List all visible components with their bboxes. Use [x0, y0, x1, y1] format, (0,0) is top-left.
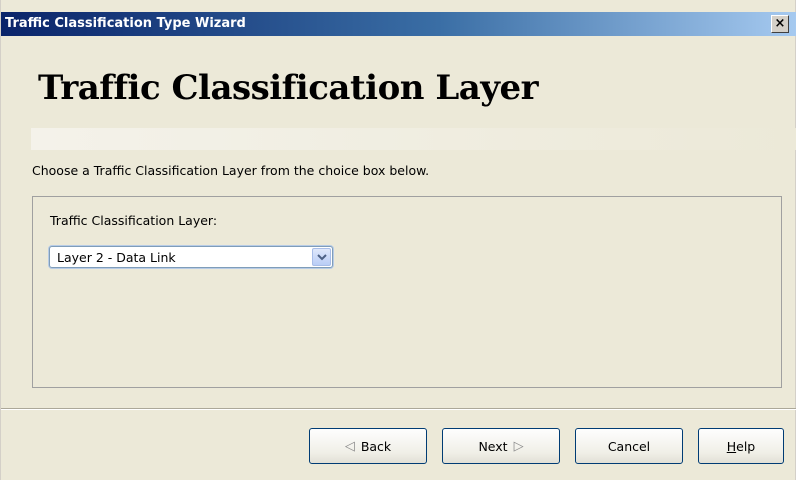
help-button-label: Help	[727, 439, 756, 454]
help-mnemonic: H	[726, 438, 737, 454]
chevron-down-icon[interactable]	[312, 248, 331, 266]
next-button[interactable]: Next ▷	[442, 428, 560, 464]
help-label-rest: elp	[736, 438, 756, 454]
cancel-button-label: Cancel	[607, 438, 651, 454]
back-arrow-icon: ◁	[344, 438, 355, 454]
help-button[interactable]: Help	[698, 428, 784, 464]
next-arrow-icon: ▷	[513, 438, 524, 454]
instruction-text: Choose a Traffic Classification Layer fr…	[32, 163, 430, 178]
cancel-button[interactable]: Cancel	[575, 428, 683, 464]
wizard-window: Traffic Classification Type Wizard × Tra…	[0, 0, 796, 480]
title-bar: Traffic Classification Type Wizard	[1, 12, 796, 36]
back-button-label: Back	[360, 438, 392, 454]
layer-select-value: Layer 2 - Data Link	[57, 250, 176, 265]
layer-field-label: Traffic Classification Layer:	[50, 213, 218, 228]
heading-divider	[31, 128, 796, 150]
layer-select[interactable]: Layer 2 - Data Link	[49, 246, 333, 268]
window-title: Traffic Classification Type Wizard	[5, 16, 246, 31]
footer-divider	[1, 408, 796, 410]
next-button-label: Next	[478, 438, 508, 454]
close-button[interactable]: ×	[771, 15, 789, 33]
back-button[interactable]: ◁ Back	[309, 428, 427, 464]
page-title: Traffic Classification Layer	[38, 68, 539, 108]
